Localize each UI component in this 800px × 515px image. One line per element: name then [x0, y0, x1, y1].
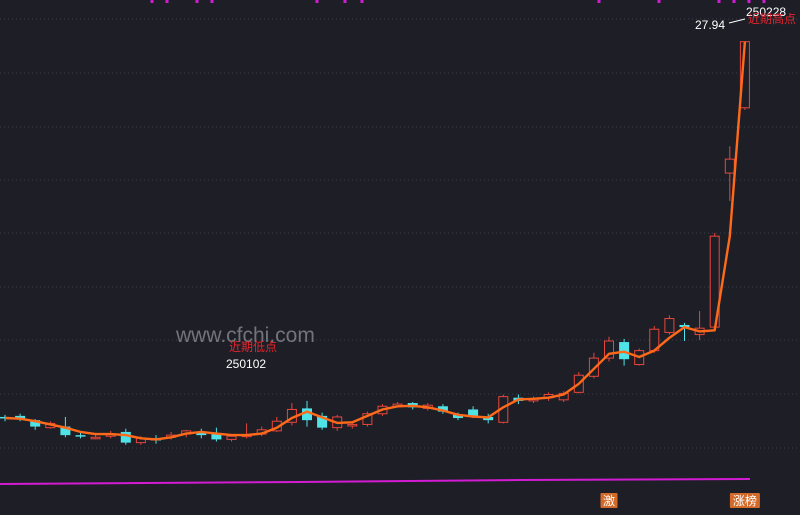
- event-marker: [150, 0, 154, 3]
- event-tag: 激: [600, 493, 618, 508]
- grid-lines: [0, 18, 800, 449]
- moving-average-line: [4, 41, 747, 441]
- event-tag-label: 涨榜: [733, 493, 757, 508]
- candle-body: [347, 423, 358, 427]
- high-annotation: 250228 27.94 近期高点: [695, 5, 796, 32]
- candle-body: [120, 431, 131, 443]
- candle-body: [226, 435, 237, 440]
- candle: [286, 403, 297, 426]
- low-annotation: 近期低点 250102: [226, 340, 277, 371]
- event-tag: 涨榜: [729, 493, 760, 508]
- high-label: 近期高点: [748, 11, 796, 26]
- candle-body: [75, 435, 86, 437]
- volume-indicator-line: [0, 478, 751, 485]
- event-marker: [210, 0, 214, 3]
- event-marker: [195, 0, 199, 3]
- event-marker: [360, 0, 364, 3]
- low-date: 250102: [226, 357, 266, 371]
- candle: [679, 322, 690, 341]
- candle-body: [90, 436, 101, 440]
- event-marker: [165, 0, 169, 3]
- event-marker: [343, 0, 347, 3]
- candles: [0, 41, 750, 445]
- candle: [196, 428, 207, 439]
- candle: [664, 315, 675, 335]
- event-marker: [762, 0, 766, 3]
- event-marker: [717, 0, 721, 3]
- candlestick-chart: www.cfchi.com 近期低点 250102 250228 27.94 近…: [0, 0, 800, 510]
- event-marker: [732, 0, 736, 3]
- candle-body: [664, 318, 675, 333]
- high-pointer-arrow: [728, 18, 746, 24]
- event-marker: [315, 0, 319, 3]
- chart-canvas: www.cfchi.com 近期低点 250102 250228 27.94 近…: [0, 0, 800, 508]
- event-marker: [597, 0, 601, 3]
- top-event-markers: [150, 0, 766, 3]
- event-marker: [747, 0, 751, 3]
- event-tags: 激 涨榜: [600, 493, 760, 508]
- candle-body: [724, 158, 735, 174]
- high-value: 27.94: [695, 18, 725, 32]
- event-marker: [657, 0, 661, 3]
- candle: [694, 311, 705, 340]
- low-label: 近期低点: [229, 340, 277, 354]
- event-tag-label: 激: [603, 494, 615, 508]
